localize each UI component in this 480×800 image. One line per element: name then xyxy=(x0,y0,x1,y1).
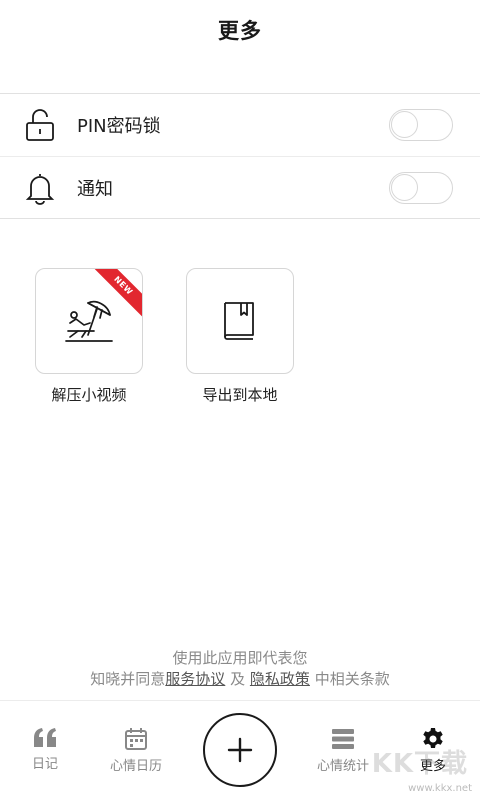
book-icon xyxy=(224,302,254,340)
notification-label: 通知 xyxy=(77,178,113,200)
calendar-icon xyxy=(125,728,147,750)
watermark-logo: KK下载 xyxy=(371,749,468,779)
bell-icon xyxy=(25,173,55,205)
export-local-tile[interactable] xyxy=(186,268,294,374)
settings-row-pin-lock[interactable]: PIN密码锁 xyxy=(0,94,480,156)
new-badge: NEW xyxy=(90,269,142,321)
relax-video-label: 解压小视频 xyxy=(51,386,127,404)
export-local-label: 导出到本地 xyxy=(202,386,278,404)
privacy-policy-link[interactable]: 隐私政策 xyxy=(250,670,310,688)
feature-tiles: NEW 解压小视频 导出到本地 xyxy=(0,268,480,418)
pin-lock-label: PIN密码锁 xyxy=(77,116,161,137)
agreement-text: 使用此应用即代表您 知晓并同意服务协议 及 隐私政策 中相关条款 xyxy=(0,648,480,690)
agreement-line-2: 知晓并同意服务协议 及 隐私政策 中相关条款 xyxy=(90,670,390,688)
page-title: 更多 xyxy=(218,19,262,43)
relax-video-tile[interactable]: NEW xyxy=(35,268,143,374)
unlock-icon xyxy=(26,109,54,141)
pin-lock-toggle[interactable] xyxy=(389,109,453,141)
page-header: 更多 xyxy=(0,0,480,60)
toggle-knob xyxy=(391,173,418,201)
tab-mood-calendar[interactable]: 心情日历 xyxy=(96,727,176,774)
watermark-url: www.kkx.net xyxy=(408,783,472,794)
stack-icon xyxy=(332,729,354,749)
quote-icon xyxy=(34,728,56,747)
settings-row-notification[interactable]: 通知 xyxy=(0,156,480,218)
tab-diary[interactable]: 日记 xyxy=(5,727,85,772)
toggle-knob xyxy=(391,111,418,138)
terms-of-service-link[interactable]: 服务协议 xyxy=(165,670,225,688)
plus-icon xyxy=(227,737,253,763)
agreement-line-1: 使用此应用即代表您 xyxy=(172,649,308,667)
settings-list: PIN密码锁 通知 xyxy=(0,93,480,219)
notification-toggle[interactable] xyxy=(389,171,453,204)
bottom-tab-bar: 日记 心情日历 心情统计 更多 KK下载 www.kkx.net xyxy=(0,700,480,800)
add-entry-button[interactable] xyxy=(203,713,277,787)
